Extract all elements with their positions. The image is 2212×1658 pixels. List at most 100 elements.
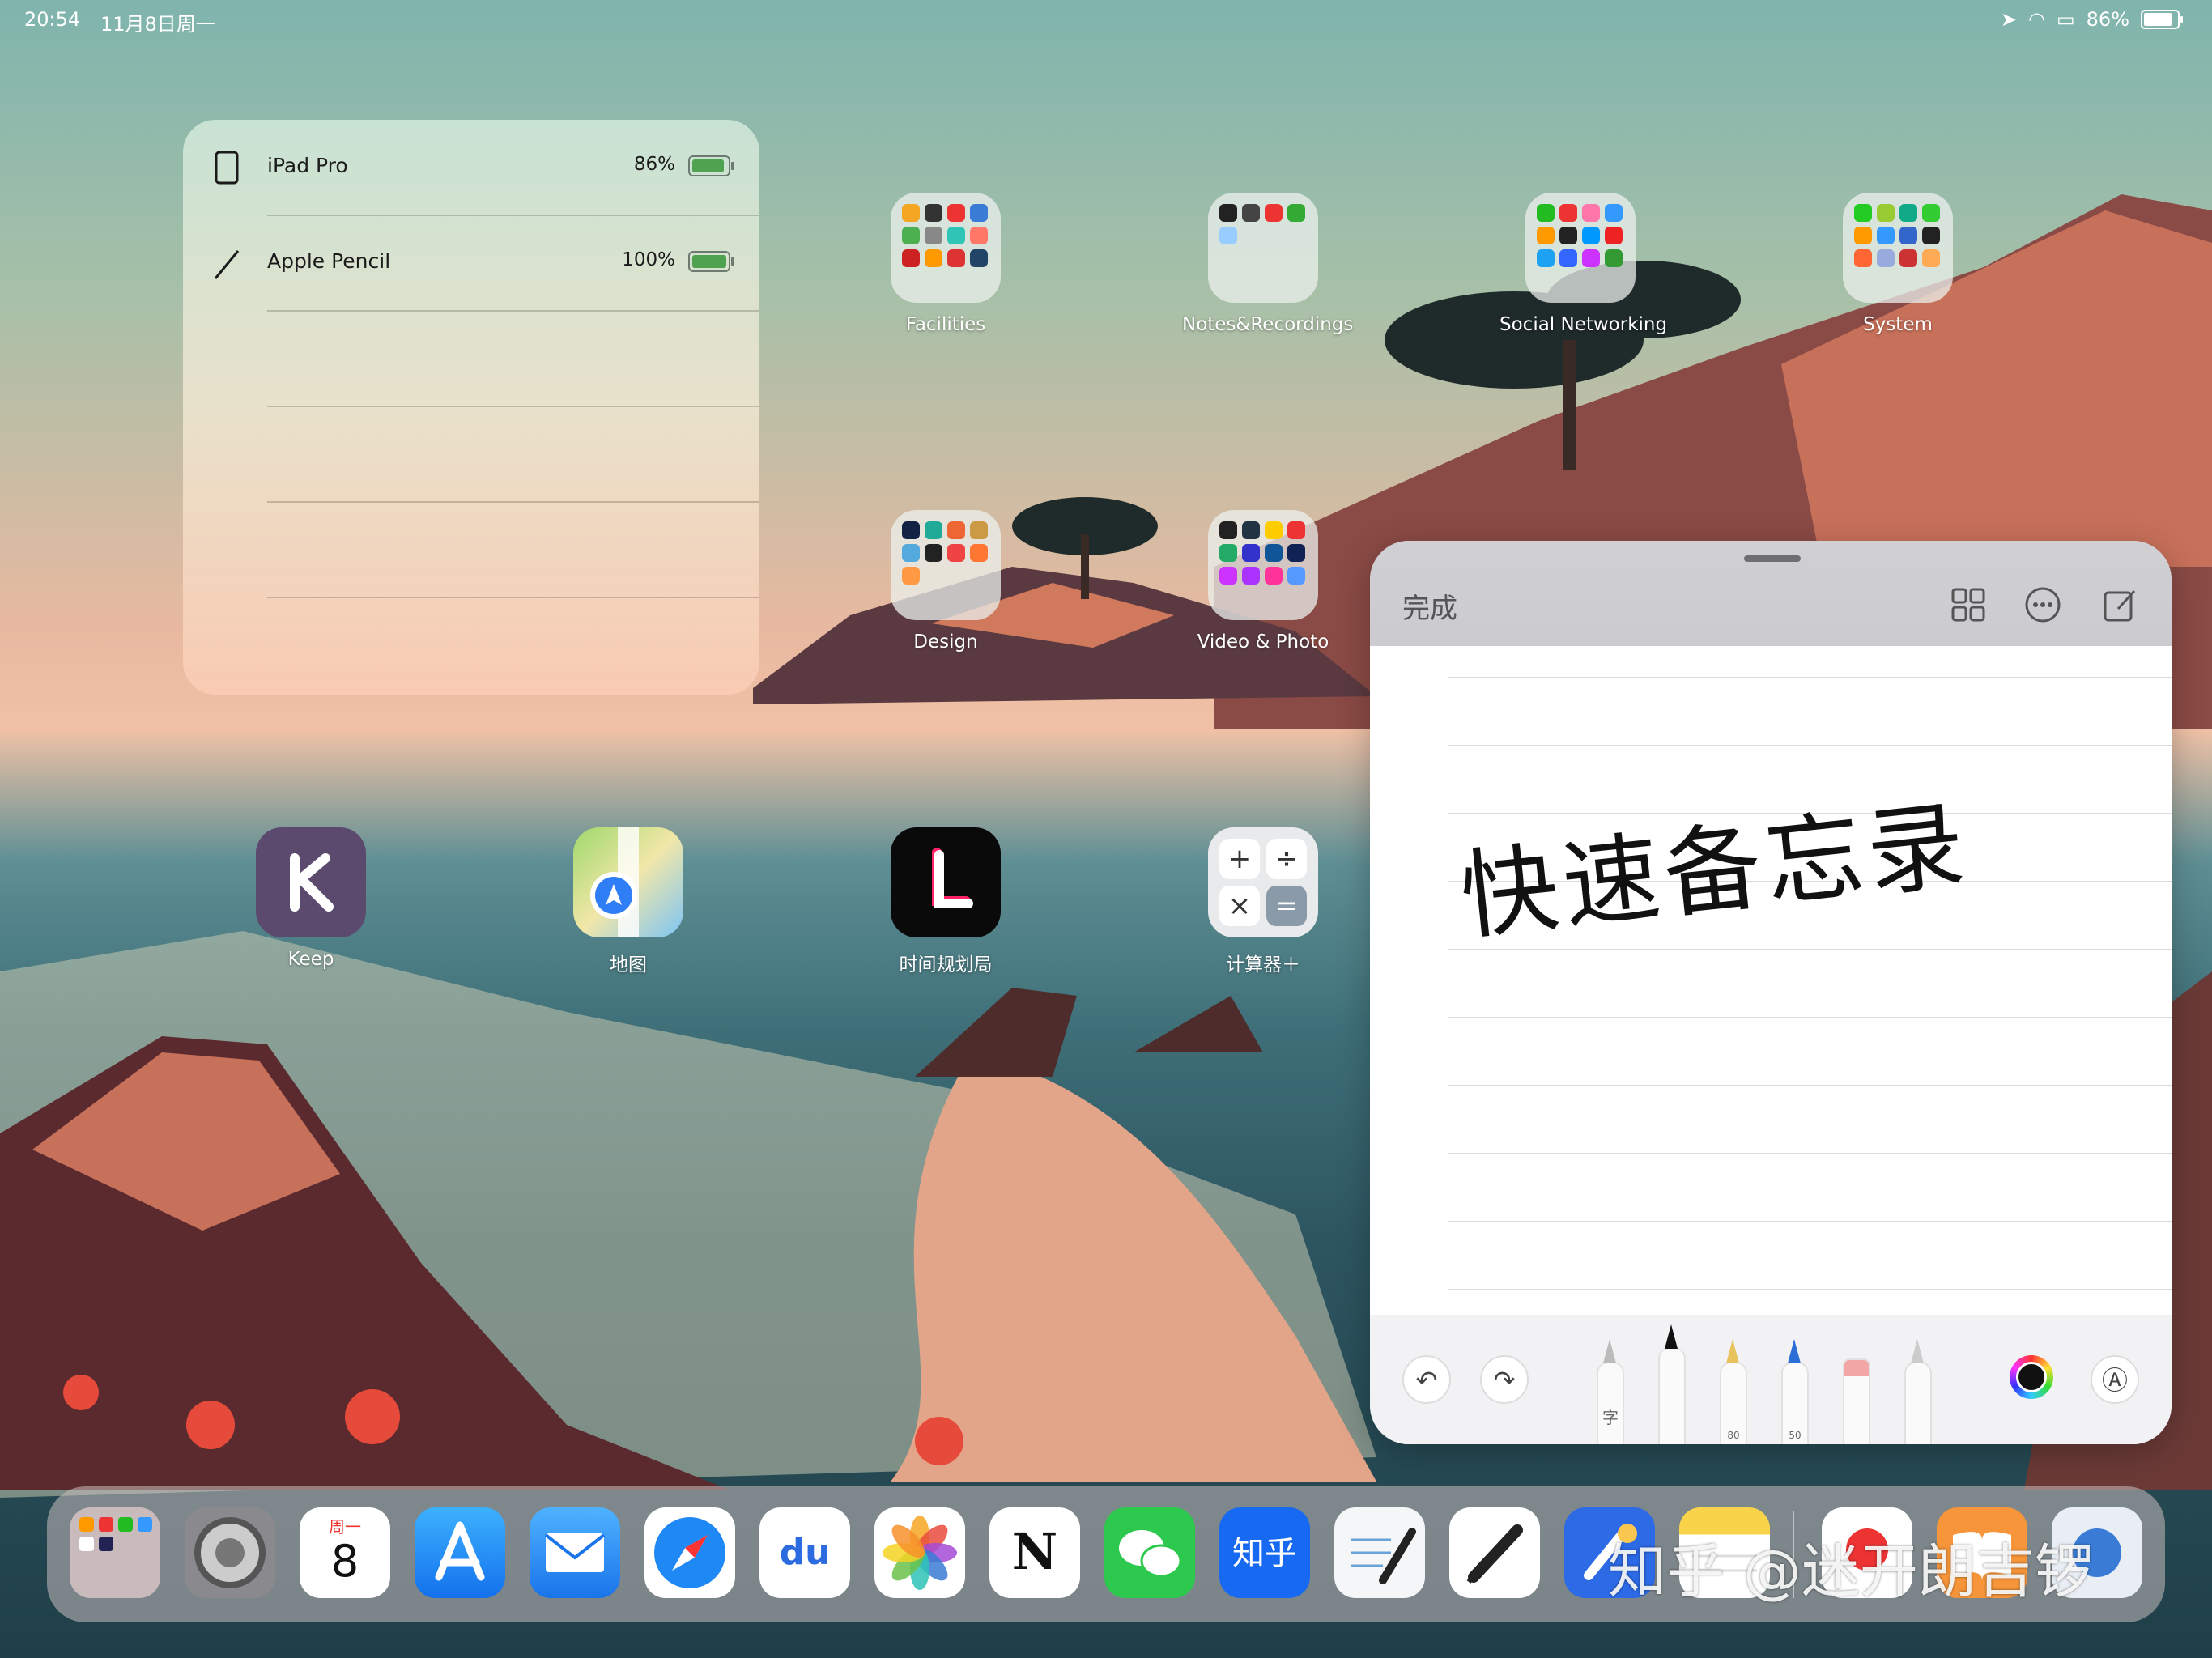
goodnotes-icon[interactable] [1334,1507,1425,1598]
divider [267,310,759,312]
zhihu-icon[interactable]: 知乎 [1219,1507,1310,1598]
wechat-icon[interactable] [1104,1507,1195,1598]
handwriting-text-tool[interactable]: 字 [1597,1339,1624,1444]
device-name: Apple Pencil [267,249,391,273]
ruled-line [1448,677,2172,678]
done-button[interactable]: 完成 [1402,586,1457,626]
app-keep[interactable]: Keep [230,827,392,970]
lasso-tool[interactable] [1904,1339,1932,1444]
pencil-icon [214,250,240,279]
folder-social-networking[interactable]: Social Networking [1499,193,1668,335]
folder-icon [1208,193,1318,303]
folder-label: Facilities [905,314,986,335]
quick-note-window[interactable]: 完成 快速备忘录 ↶ ↷ 字 80 50 Ⓐ [1370,541,2172,1444]
app-label: 时间规划局 [899,954,993,976]
folder-label: Notes&Recordings [1182,314,1354,335]
battery-icon [2141,10,2183,29]
folder-label: Social Networking [1499,314,1668,335]
drag-handle[interactable] [1744,555,1801,562]
pencil-toolbar: ↶ ↷ 字 80 50 Ⓐ [1370,1315,2172,1444]
folder-label: Design [913,631,978,653]
batteries-widget[interactable]: iPad Pro 86% Apple Pencil 100% [183,120,759,695]
safari-icon[interactable] [644,1507,735,1598]
baidu-icon[interactable]: du [759,1507,850,1598]
app-label: Keep [287,949,334,970]
quick-note-header: 完成 [1370,541,2172,646]
folder-label: System [1863,314,1933,335]
svg-text:=: = [1275,890,1299,922]
compose-icon[interactable] [2102,586,2139,623]
device-name: iPad Pro [267,154,348,177]
color-picker[interactable] [2010,1355,2053,1399]
ruled-line [1448,1153,2172,1154]
dock-folder-icon[interactable] [70,1507,160,1598]
wifi-icon: ◠ [2028,8,2045,31]
divider [267,597,759,598]
folder-label: Video & Photo [1197,631,1329,653]
status-bar: 20:54 11月8日周一 ➤ ◠ ▭ 86% [0,0,2212,39]
device-percent: 86% [633,154,675,175]
pen-app-icon[interactable] [1449,1507,1540,1598]
ruled-line [1448,1085,2172,1086]
folder-icon [1525,193,1636,303]
folder-icon [891,510,1001,620]
calculator-icon: + ÷ × = [1208,827,1318,937]
folder-design[interactable]: Design [865,510,1027,653]
grid-icon[interactable] [1950,586,1987,623]
pencil-size: 50 [1789,1430,1802,1441]
battery-level-icon [688,155,734,176]
mail-icon[interactable] [530,1507,620,1598]
pencil-tool[interactable]: 50 [1781,1339,1809,1444]
undo-icon[interactable]: ↶ [1402,1355,1451,1404]
location-icon: ➤ [2000,8,2018,31]
marker-size: 80 [1727,1430,1740,1441]
calendar-icon[interactable]: 周一 8 [300,1507,390,1598]
battery-percent: 86% [2086,8,2129,31]
svg-text:+: + [1228,843,1252,875]
redo-icon[interactable]: ↷ [1480,1355,1529,1404]
app-store-icon[interactable] [415,1507,505,1598]
app-label: 计算器＋ [1226,954,1300,976]
folder-system[interactable]: System [1817,193,1979,335]
battery-row-ipad: iPad Pro 86% [183,120,759,215]
folder-icon [1208,510,1318,620]
ruled-line [1448,1221,2172,1222]
pencil-settings-icon[interactable]: Ⓐ [2091,1355,2139,1404]
folder-icon [891,193,1001,303]
battery-level-icon [688,251,734,272]
svg-text:×: × [1228,890,1252,922]
keep-icon [256,827,366,937]
note-canvas[interactable]: 快速备忘录 [1370,646,2172,1315]
ipad-icon [215,151,239,185]
folder-icon [1843,193,1953,303]
notion-icon[interactable]: N [989,1507,1080,1598]
divider [267,406,759,407]
device-percent: 100% [622,249,675,270]
car-icon: ▭ [2056,8,2075,31]
ruled-line [1448,1289,2172,1290]
status-date: 11月8日周一 [100,13,215,36]
app-maps[interactable]: 地图 [547,827,709,976]
folder-notes-recordings[interactable]: Notes&Recordings [1182,193,1354,335]
maps-icon [573,827,683,937]
app-time-planner[interactable]: 时间规划局 [865,827,1027,976]
divider [267,501,759,503]
time-planner-icon [891,827,1001,937]
app-calculator-plus[interactable]: + ÷ × = 计算器＋ [1182,827,1344,976]
marker-tool[interactable]: 80 [1720,1339,1747,1444]
app-label: 地图 [610,954,647,976]
eraser-tool[interactable] [1843,1358,1870,1444]
pen-tool[interactable] [1658,1324,1686,1444]
more-options-icon[interactable] [2024,586,2061,623]
svg-text:÷: ÷ [1275,843,1299,875]
folder-video-photo[interactable]: Video & Photo [1182,510,1344,653]
settings-icon[interactable] [185,1507,275,1598]
watermark: 知乎 @迷开朗吉锣 [1608,1537,2093,1605]
folder-facilities[interactable]: Facilities [865,193,1027,335]
battery-row-pencil: Apple Pencil 100% [183,215,759,311]
photos-icon[interactable] [874,1507,965,1598]
ruled-line [1448,745,2172,746]
handwritten-text: 快速备忘录 [1455,789,1975,954]
ruled-line [1448,1017,2172,1018]
status-time: 20:54 [24,8,81,31]
